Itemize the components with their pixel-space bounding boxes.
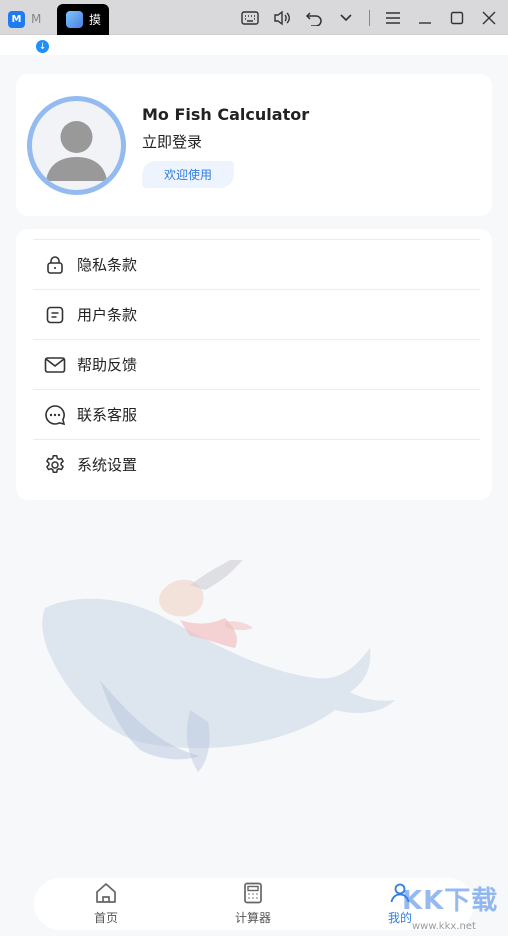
menu-item-privacy[interactable]: 隐私条款: [33, 239, 480, 289]
tab-emulator-home[interactable]: M M: [8, 6, 60, 32]
nav-home[interactable]: 首页: [76, 881, 136, 927]
profile-card: Mo Fish Calculator 立即登录 欢迎使用: [16, 74, 492, 216]
menu-icon[interactable]: [384, 9, 402, 27]
chevron-down-icon[interactable]: [337, 9, 355, 27]
maximize-icon[interactable]: [448, 9, 466, 27]
watermark-logo: KK下载: [402, 886, 499, 916]
menu-item-label: 系统设置: [77, 456, 138, 474]
download-icon: ↓: [36, 40, 49, 53]
avatar[interactable]: [27, 96, 126, 195]
emulator-titlebar: M M 摸: [0, 0, 508, 35]
mail-icon: [44, 354, 66, 376]
menu-item-contact-support[interactable]: 联系客服: [33, 389, 480, 439]
close-icon[interactable]: [480, 9, 498, 27]
minimize-icon[interactable]: [416, 9, 434, 27]
menu-card: 隐私条款 用户条款 帮助反馈 联系客服 系统设置: [16, 229, 492, 500]
menu-item-label: 联系客服: [77, 406, 138, 424]
emulator-toolbar: [241, 0, 498, 35]
gear-icon: [44, 454, 66, 476]
app-icon: [66, 11, 83, 28]
tab-emulator-home-label: M: [31, 12, 42, 26]
tab-mofish-app[interactable]: 摸: [57, 4, 109, 35]
document-icon: [44, 304, 66, 326]
menu-item-label: 用户条款: [77, 306, 138, 324]
login-link[interactable]: 立即登录: [142, 131, 202, 152]
emulator-logo-icon: M: [8, 10, 25, 28]
nav-label: 计算器: [234, 911, 271, 925]
lock-icon: [44, 254, 66, 276]
app-name: Mo Fish Calculator: [142, 105, 310, 124]
undo-icon[interactable]: [305, 9, 323, 27]
nav-calculator[interactable]: 计算器: [223, 881, 283, 927]
whale-illustration: [42, 560, 395, 772]
calculator-icon: [244, 882, 262, 904]
welcome-badge: 欢迎使用: [142, 161, 234, 188]
chat-icon: [44, 404, 66, 426]
nav-label: 首页: [93, 911, 118, 925]
home-icon: [96, 883, 116, 903]
menu-item-settings[interactable]: 系统设置: [33, 439, 480, 489]
menu-item-help-feedback[interactable]: 帮助反馈: [33, 339, 480, 389]
default-avatar-icon: [46, 121, 107, 181]
status-bar: [0, 35, 508, 55]
toolbar-divider: [369, 9, 370, 26]
keyboard-icon[interactable]: [241, 9, 259, 27]
menu-item-label: 帮助反馈: [77, 356, 138, 374]
watermark-url: www.kkx.net: [412, 921, 476, 932]
menu-item-label: 隐私条款: [77, 256, 138, 274]
tab-mofish-app-label: 摸: [89, 13, 102, 27]
volume-icon[interactable]: [273, 9, 291, 27]
menu-item-user-terms[interactable]: 用户条款: [33, 289, 480, 339]
